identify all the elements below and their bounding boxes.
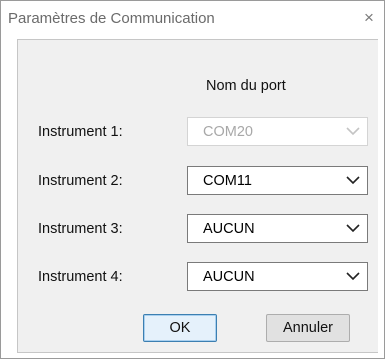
instrument-4-port-select[interactable]: AUCUN [187, 262, 368, 291]
instrument-3-port-select[interactable]: AUCUN [187, 214, 368, 243]
ok-button[interactable]: OK [143, 314, 217, 342]
chevron-down-icon[interactable] [346, 175, 360, 185]
instrument-2-label: Instrument 2: [38, 173, 123, 189]
instrument-1-port-value: COM20 [203, 124, 253, 140]
instrument-2-port-value: COM11 [203, 173, 252, 189]
instrument-1-label: Instrument 1: [38, 124, 123, 140]
window-title: Paramètres de Communication [8, 10, 215, 27]
port-name-column-header: Nom du port [206, 78, 286, 94]
instrument-3-label: Instrument 3: [38, 221, 123, 237]
chevron-down-icon[interactable] [346, 223, 360, 233]
chevron-down-icon [346, 127, 360, 136]
instrument-4-port-value: AUCUN [203, 269, 255, 285]
communication-settings-dialog: Paramètres de Communication × Nom du por… [0, 0, 385, 359]
instrument-2-port-select[interactable]: COM11 [187, 166, 368, 195]
settings-panel: Nom du port Instrument 1: COM20 Instrume… [17, 39, 378, 353]
title-bar[interactable]: Paramètres de Communication × [1, 1, 384, 39]
instrument-4-label: Instrument 4: [38, 269, 123, 285]
chevron-down-icon[interactable] [346, 271, 360, 281]
close-icon[interactable]: × [356, 5, 382, 31]
cancel-button[interactable]: Annuler [266, 314, 350, 342]
instrument-1-port-select: COM20 [187, 117, 368, 146]
instrument-3-port-value: AUCUN [203, 221, 255, 237]
